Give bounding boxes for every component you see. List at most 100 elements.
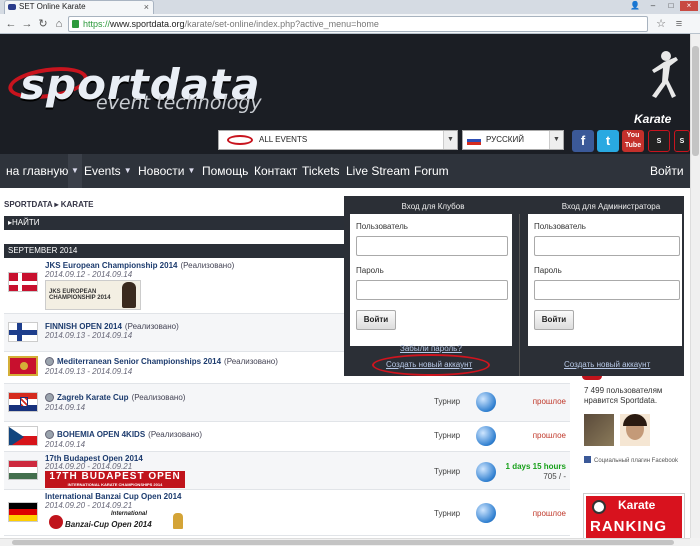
- breadcrumb[interactable]: SPORTDATA ▸ KARATE: [4, 200, 94, 209]
- event-countdown: 1 days 15 hours: [505, 462, 566, 471]
- banzai-logo-icon: [49, 515, 63, 529]
- admin-login-form: Пользователь Пароль Войти: [528, 214, 682, 346]
- event-result: прошлое: [532, 509, 566, 518]
- admin-password-input[interactable]: [534, 280, 680, 300]
- event-dates: 2014.09.13 - 2014.09.14: [45, 331, 133, 340]
- clubs-username-input[interactable]: [356, 236, 508, 256]
- trophy-icon: [173, 513, 183, 529]
- language-select[interactable]: РУССКИЙ ▼: [462, 130, 564, 150]
- reload-icon[interactable]: ↻: [36, 17, 50, 31]
- events-select[interactable]: ALL EVENTS ▼: [218, 130, 458, 150]
- nav-home[interactable]: на главную: [6, 154, 68, 188]
- flag-denmark-icon: [8, 272, 38, 292]
- browser-titlebar: SET Online Karate × 👤 – □ ×: [0, 0, 700, 14]
- event-banner[interactable]: 17TH BUDAPEST OPEN INTERNATIONAL KARATE …: [45, 471, 185, 488]
- event-name[interactable]: JKS European Championship 2014 (Реализова…: [45, 261, 234, 270]
- nav-help[interactable]: Помощь: [202, 154, 248, 188]
- address-bar[interactable]: https://www.sportdata.org/karate/set-onl…: [68, 16, 648, 32]
- right-sidebar: 7 499 пользователям нравится Sportdata. …: [572, 376, 686, 546]
- event-row[interactable]: BOHEMIA OPEN 4KIDS (Реализовано) 2014.09.…: [4, 422, 570, 452]
- event-name[interactable]: International Banzai Cup Open 2014: [45, 492, 181, 501]
- sportdata-app-icon-2[interactable]: S: [674, 130, 690, 152]
- back-icon[interactable]: ←: [4, 17, 18, 31]
- event-dates: 2014.09.12 - 2014.09.14: [45, 270, 133, 279]
- facebook-small-icon: [584, 456, 591, 463]
- clubs-password-input[interactable]: [356, 280, 508, 300]
- minimize-icon[interactable]: –: [644, 1, 662, 11]
- event-dates: 2014.09.13 - 2014.09.14: [45, 367, 133, 376]
- browser-tab[interactable]: SET Online Karate ×: [4, 0, 154, 14]
- admin-login-button[interactable]: Войти: [534, 310, 574, 330]
- bookmark-star-icon[interactable]: ☆: [654, 17, 668, 31]
- facebook-icon[interactable]: f: [572, 130, 594, 152]
- event-dates: 2014.09.14: [45, 403, 86, 412]
- event-dates: 2014.09.20 - 2014.09.21: [45, 501, 133, 510]
- search-toggle[interactable]: ▸НАЙТИ: [4, 216, 346, 230]
- nav-home-dropdown[interactable]: ▼: [68, 154, 82, 188]
- event-type: Турнир: [434, 509, 461, 518]
- language-select-value: РУССКИЙ: [486, 135, 524, 144]
- event-name[interactable]: Mediterranean Senior Championships 2014(…: [45, 357, 278, 366]
- highlight-ellipse: [372, 354, 490, 376]
- flag-germany-icon: [8, 502, 38, 522]
- forward-icon[interactable]: →: [20, 17, 34, 31]
- admin-username-input[interactable]: [534, 236, 680, 256]
- maximize-icon[interactable]: □: [662, 1, 680, 11]
- event-name[interactable]: BOHEMIA OPEN 4KIDS (Реализовано): [45, 430, 202, 439]
- url-path: /karate/set-online/index.php?active_menu…: [184, 19, 379, 29]
- event-name[interactable]: Zagreb Karate Cup (Реализовано): [45, 393, 185, 402]
- event-name[interactable]: FINNISH OPEN 2014 (Реализовано): [45, 322, 179, 331]
- facebook-user-avatar[interactable]: [620, 414, 650, 446]
- scrollbar-thumb[interactable]: [692, 46, 699, 156]
- user-icon[interactable]: 👤: [626, 1, 644, 11]
- nav-live-stream[interactable]: Live Stream: [346, 154, 410, 188]
- nav-login[interactable]: Войти: [650, 154, 684, 188]
- logo-fragment: [582, 376, 602, 380]
- create-admin-account-link[interactable]: Создать новый аккаунт: [564, 360, 650, 369]
- nav-forum[interactable]: Forum: [414, 154, 449, 188]
- nav-events[interactable]: Events ▼: [84, 154, 132, 188]
- event-row[interactable]: 17th Budapest Open 2014 2014.09.20 - 201…: [4, 452, 570, 490]
- event-result: прошлое: [532, 431, 566, 440]
- event-row[interactable]: International Banzai Cup Open 2014 2014.…: [4, 490, 570, 536]
- vertical-scrollbar[interactable]: [690, 34, 700, 538]
- scrollbar-thumb[interactable]: [12, 540, 674, 545]
- event-row[interactable]: Zagreb Karate Cup (Реализовано) 2014.09.1…: [4, 384, 570, 422]
- youtube-icon[interactable]: You Tube: [622, 130, 644, 152]
- twitter-icon[interactable]: t: [597, 130, 619, 152]
- globe-icon[interactable]: [476, 462, 496, 482]
- nav-tickets[interactable]: Tickets: [302, 154, 340, 188]
- tab-title: SET Online Karate: [19, 2, 86, 11]
- event-banner[interactable]: International Banzai-Cup Open 2014: [45, 511, 185, 533]
- karate-ranking-banner[interactable]: Karate RANKING: [583, 493, 685, 541]
- horizontal-scrollbar[interactable]: [0, 538, 690, 546]
- forgot-password-link[interactable]: Забыли пароль?: [400, 344, 462, 353]
- favicon-icon: [8, 4, 16, 10]
- logo-subtitle: event technology: [96, 92, 262, 114]
- event-dates: 2014.09.14: [45, 440, 86, 449]
- tab-close-icon[interactable]: ×: [144, 1, 149, 13]
- nav-news[interactable]: Новости ▼: [138, 154, 195, 188]
- clubs-login-button[interactable]: Войти: [356, 310, 396, 330]
- facebook-user-avatar[interactable]: [584, 414, 614, 446]
- logo-mini-icon: [227, 135, 253, 145]
- browser-toolbar: ← → ↻ ⌂ https://www.sportdata.org/karate…: [0, 14, 700, 34]
- sportdata-app-icon[interactable]: S: [648, 130, 670, 152]
- nav-contact[interactable]: Контакт: [254, 154, 297, 188]
- admin-password-label: Пароль: [534, 266, 562, 275]
- main-nav: на главную ▼ Events ▼ Новости ▼ Помощь Кон…: [0, 154, 700, 188]
- menu-icon[interactable]: ≡: [672, 17, 686, 31]
- chevron-down-icon: ▼: [443, 131, 457, 149]
- ranking-title: Karate: [618, 498, 656, 512]
- globe-icon[interactable]: [476, 392, 496, 412]
- url-scheme: https://: [83, 19, 111, 29]
- banner-subtitle: Banzai-Cup Open 2014: [65, 520, 152, 529]
- window-close-icon[interactable]: ×: [680, 1, 698, 11]
- globe-icon[interactable]: [476, 426, 496, 446]
- globe-icon[interactable]: [476, 503, 496, 523]
- home-icon[interactable]: ⌂: [52, 17, 66, 31]
- flag-finland-icon: [8, 322, 38, 342]
- globe-small-icon: [45, 393, 54, 402]
- event-type: Турнир: [434, 431, 461, 440]
- caret-down-icon: ▼: [71, 166, 79, 175]
